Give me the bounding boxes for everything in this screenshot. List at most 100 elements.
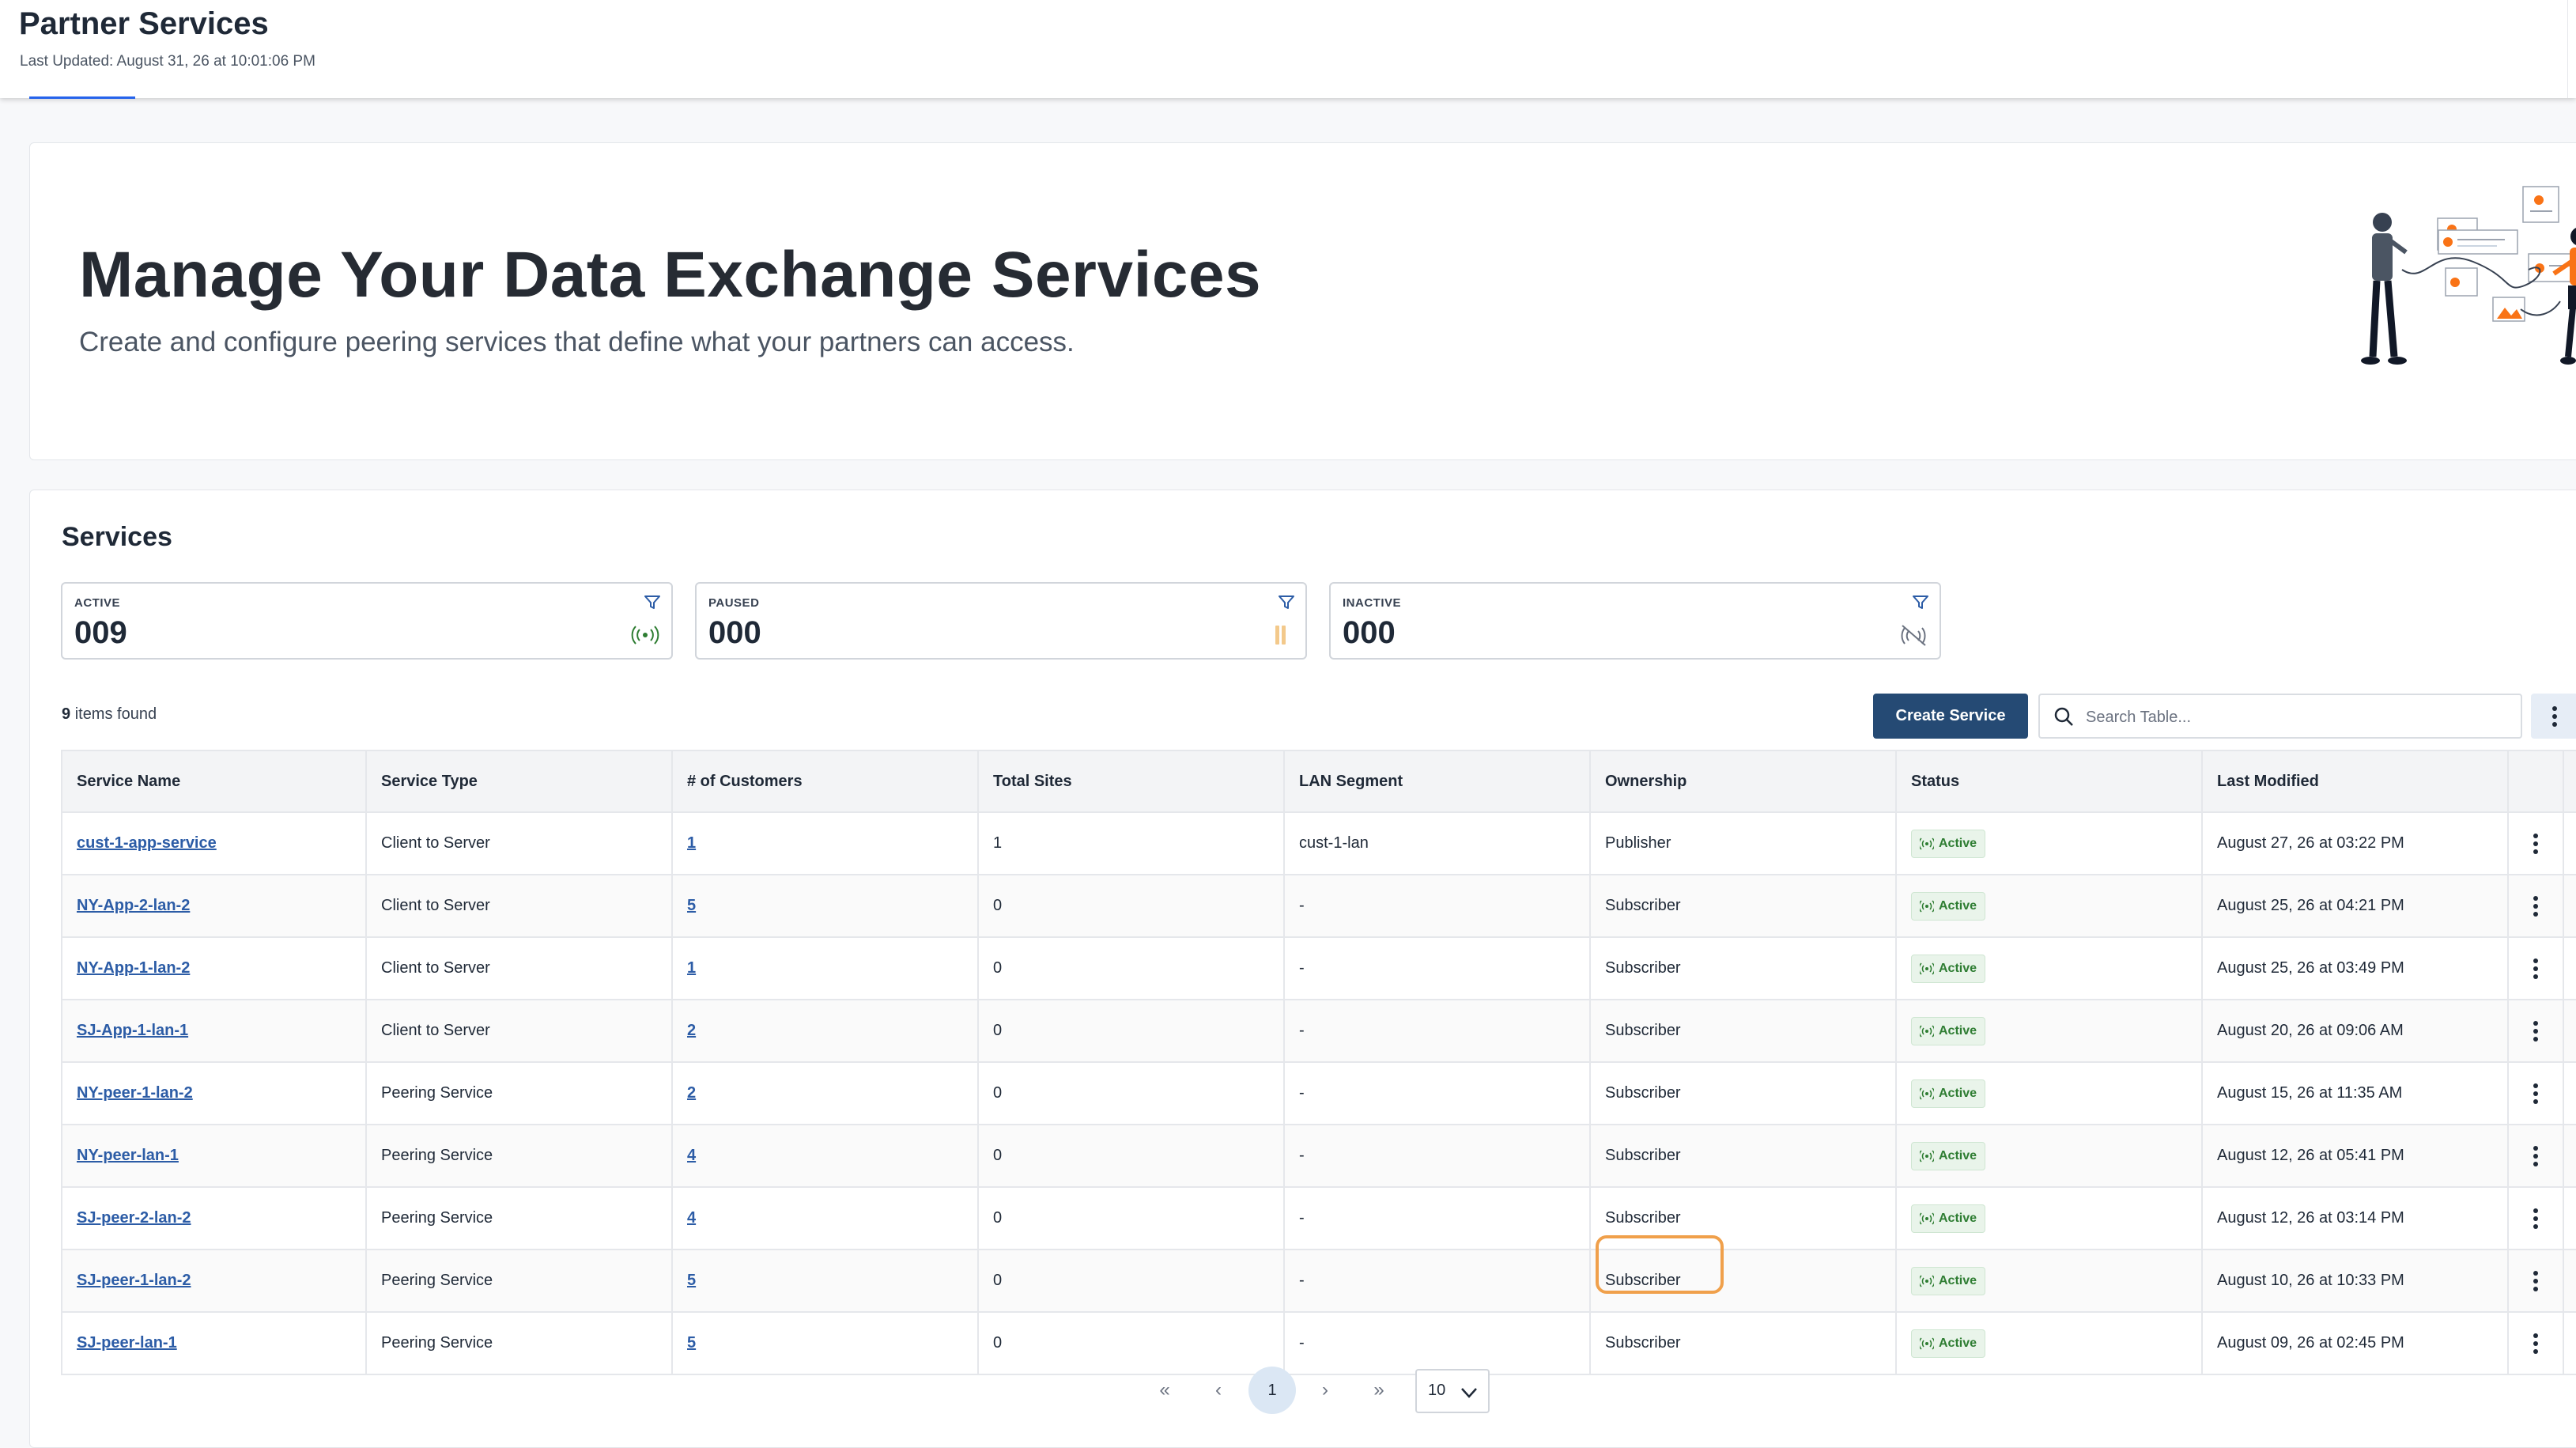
previous-page-button[interactable]: ‹ bbox=[1199, 1370, 1238, 1410]
row-actions-button[interactable] bbox=[2509, 1063, 2564, 1124]
customers-link[interactable]: 2 bbox=[687, 1084, 696, 1102]
more-vertical-icon bbox=[2533, 1020, 2538, 1042]
row-actions-button[interactable] bbox=[2509, 1000, 2564, 1061]
more-vertical-icon bbox=[2533, 895, 2538, 917]
search-icon bbox=[2054, 707, 2073, 726]
items-found-label: items found bbox=[74, 705, 157, 723]
pause-icon bbox=[1275, 626, 1286, 645]
customers-link[interactable]: 4 bbox=[687, 1147, 696, 1165]
column-header-last-modified[interactable]: Last Modified bbox=[2203, 751, 2509, 811]
service-name-link[interactable]: SJ-peer-lan-1 bbox=[77, 1334, 177, 1352]
row-actions-button[interactable] bbox=[2509, 1250, 2564, 1311]
column-header-status[interactable]: Status bbox=[1897, 751, 2203, 811]
filter-icon[interactable] bbox=[1277, 593, 1296, 612]
customers-link[interactable]: 5 bbox=[687, 1272, 696, 1290]
service-name-link[interactable]: NY-peer-lan-1 bbox=[77, 1147, 179, 1165]
more-vertical-icon bbox=[2533, 1270, 2538, 1291]
stat-label: ACTIVE bbox=[74, 596, 121, 610]
services-table: Service Name Service Type # of Customers… bbox=[61, 750, 2576, 1375]
status-badge: Active bbox=[1911, 1016, 1986, 1045]
stat-card-inactive[interactable]: INACTIVE 000 bbox=[1329, 582, 1941, 660]
cell-last-modified: August 27, 26 at 03:22 PM bbox=[2203, 813, 2509, 874]
service-name-link[interactable]: SJ-peer-2-lan-2 bbox=[77, 1209, 191, 1227]
page-size-select[interactable]: 10 bbox=[1415, 1369, 1490, 1413]
cell-customers: 5 bbox=[673, 875, 979, 936]
service-name-link[interactable]: SJ-App-1-lan-1 bbox=[77, 1022, 188, 1040]
customers-link[interactable]: 1 bbox=[687, 834, 696, 853]
stat-card-active[interactable]: ACTIVE 009 bbox=[61, 582, 673, 660]
status-text: Active bbox=[1939, 836, 1977, 850]
cell-customers: 5 bbox=[673, 1250, 979, 1311]
table-header-row: Service Name Service Type # of Customers… bbox=[61, 750, 2576, 813]
filter-icon[interactable] bbox=[643, 593, 662, 612]
cell-service-type: Client to Server bbox=[367, 938, 673, 999]
page-size-value: 10 bbox=[1428, 1382, 1446, 1399]
cell-status: Active bbox=[1897, 1063, 2203, 1124]
services-heading: Services bbox=[62, 522, 172, 552]
status-badge: Active bbox=[1911, 891, 1986, 921]
table-row: NY-peer-lan-1 Peering Service 4 0- Subscribe… bbox=[61, 1125, 2576, 1188]
service-name-link[interactable]: NY-App-1-lan-2 bbox=[77, 959, 190, 977]
cell-customers: 4 bbox=[673, 1125, 979, 1186]
search-box[interactable] bbox=[2038, 694, 2522, 739]
column-header-lan-segment[interactable]: LAN Segment bbox=[1285, 751, 1591, 811]
search-input[interactable] bbox=[2084, 703, 2514, 732]
more-vertical-icon bbox=[2533, 958, 2538, 979]
cell-ownership: Subscriber bbox=[1591, 1063, 1897, 1124]
table-row: NY-App-1-lan-2 Client to Server 1 0- Subscri… bbox=[61, 938, 2576, 1000]
status-text: Active bbox=[1939, 1273, 1977, 1287]
cell-lan-segment: - bbox=[1285, 1250, 1591, 1311]
cell-last-modified: August 12, 26 at 03:14 PM bbox=[2203, 1188, 2509, 1249]
status-text: Active bbox=[1939, 1211, 1977, 1225]
row-actions-button[interactable] bbox=[2509, 938, 2564, 999]
chevron-down-icon bbox=[1461, 1388, 1477, 1398]
next-page-button[interactable]: › bbox=[1305, 1370, 1345, 1410]
customers-link[interactable]: 2 bbox=[687, 1022, 696, 1040]
create-service-button[interactable]: Create Service bbox=[1873, 694, 2028, 739]
service-name-link[interactable]: NY-peer-1-lan-2 bbox=[77, 1084, 193, 1102]
more-vertical-icon bbox=[2533, 1083, 2538, 1104]
header-edge bbox=[2567, 0, 2576, 98]
cell-total-sites: 0 bbox=[979, 1000, 1285, 1061]
current-page-button[interactable]: 1 bbox=[1248, 1367, 1296, 1414]
service-name-link[interactable]: cust-1-app-service bbox=[77, 834, 217, 853]
first-page-button[interactable]: « bbox=[1145, 1370, 1184, 1410]
customers-link[interactable]: 1 bbox=[687, 959, 696, 977]
row-actions-button[interactable] bbox=[2509, 1188, 2564, 1249]
service-name-link[interactable]: SJ-peer-1-lan-2 bbox=[77, 1272, 191, 1290]
row-actions-button[interactable] bbox=[2509, 813, 2564, 874]
stat-card-paused[interactable]: PAUSED 000 bbox=[695, 582, 1307, 660]
table-row: NY-App-2-lan-2 Client to Server 5 0- Subscri… bbox=[61, 875, 2576, 938]
column-header-customers[interactable]: # of Customers bbox=[673, 751, 979, 811]
row-actions-button[interactable] bbox=[2509, 875, 2564, 936]
customers-link[interactable]: 5 bbox=[687, 1334, 696, 1352]
cell-total-sites: 0 bbox=[979, 1250, 1285, 1311]
cell-service-type: Client to Server bbox=[367, 813, 673, 874]
broadcast-icon bbox=[1920, 962, 1934, 975]
customers-link[interactable]: 4 bbox=[687, 1209, 696, 1227]
cell-customers: 1 bbox=[673, 813, 979, 874]
customers-link[interactable]: 5 bbox=[687, 897, 696, 915]
active-tab-indicator bbox=[29, 96, 135, 99]
cell-service-name: SJ-peer-2-lan-2 bbox=[61, 1188, 367, 1249]
status-badge: Active bbox=[1911, 1204, 1986, 1233]
pagination: « ‹ 1 › » 10 bbox=[0, 1363, 2576, 1418]
column-header-service-type[interactable]: Service Type bbox=[367, 751, 673, 811]
stat-label: INACTIVE bbox=[1343, 596, 1402, 610]
cell-ownership: Subscriber bbox=[1591, 1125, 1897, 1186]
cell-last-modified: August 25, 26 at 03:49 PM bbox=[2203, 938, 2509, 999]
cell-lan-segment: - bbox=[1285, 1188, 1591, 1249]
service-name-link[interactable]: NY-App-2-lan-2 bbox=[77, 897, 190, 915]
table-options-button[interactable] bbox=[2531, 694, 2576, 739]
filter-icon[interactable] bbox=[1911, 593, 1930, 612]
column-header-ownership[interactable]: Ownership bbox=[1591, 751, 1897, 811]
last-page-button[interactable]: » bbox=[1359, 1370, 1399, 1410]
cell-last-modified: August 12, 26 at 05:41 PM bbox=[2203, 1125, 2509, 1186]
column-header-total-sites[interactable]: Total Sites bbox=[979, 751, 1285, 811]
row-actions-button[interactable] bbox=[2509, 1125, 2564, 1186]
more-vertical-icon bbox=[2552, 705, 2557, 727]
cell-lan-segment: - bbox=[1285, 1063, 1591, 1124]
column-header-service-name[interactable]: Service Name bbox=[61, 751, 367, 811]
more-vertical-icon bbox=[2533, 1145, 2538, 1166]
cell-customers: 2 bbox=[673, 1000, 979, 1061]
